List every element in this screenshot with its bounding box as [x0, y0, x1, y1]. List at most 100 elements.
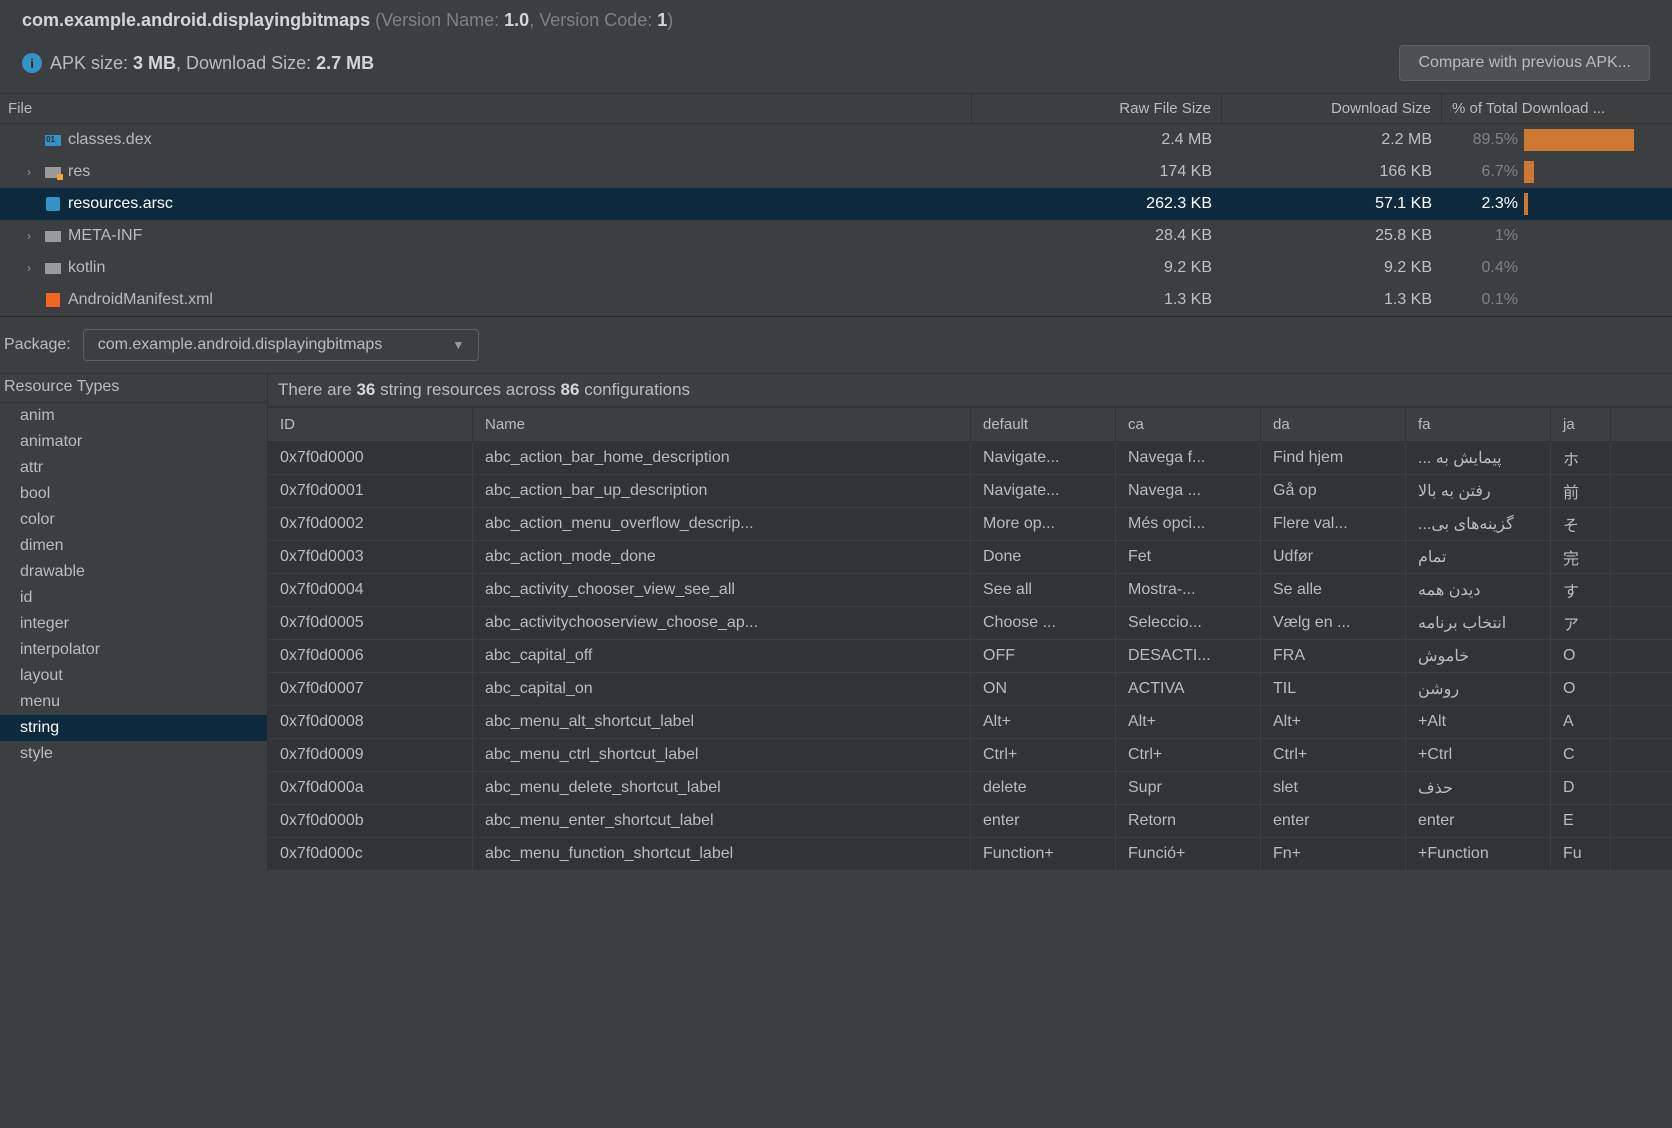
- resource-type-menu[interactable]: menu: [0, 689, 267, 715]
- string-row[interactable]: 0x7f0d0005abc_activitychooserview_choose…: [268, 607, 1672, 640]
- string-da: Ctrl+: [1261, 739, 1406, 771]
- resource-type-attr[interactable]: attr: [0, 455, 267, 481]
- string-row[interactable]: 0x7f0d000cabc_menu_function_shortcut_lab…: [268, 838, 1672, 871]
- string-row[interactable]: 0x7f0d0000abc_action_bar_home_descriptio…: [268, 442, 1672, 475]
- file-row[interactable]: ·AndroidManifest.xml1.3 KB1.3 KB0.1%: [0, 284, 1672, 316]
- compare-apk-button[interactable]: Compare with previous APK...: [1399, 45, 1650, 81]
- string-name: abc_capital_on: [473, 673, 971, 705]
- chevron-down-icon: ▼: [452, 338, 464, 352]
- resource-type-layout[interactable]: layout: [0, 663, 267, 689]
- string-ca: Retorn: [1116, 805, 1261, 837]
- percent-bar: [1524, 161, 1672, 183]
- resource-type-bool[interactable]: bool: [0, 481, 267, 507]
- string-row[interactable]: 0x7f0d0009abc_menu_ctrl_shortcut_labelCt…: [268, 739, 1672, 772]
- col-ca-header[interactable]: ca: [1116, 408, 1261, 441]
- resource-type-drawable[interactable]: drawable: [0, 559, 267, 585]
- col-default-header[interactable]: default: [971, 408, 1116, 441]
- percent-cell: 0.4%: [1442, 259, 1524, 277]
- string-ca: Funció+: [1116, 838, 1261, 870]
- string-row[interactable]: 0x7f0d0007abc_capital_onONACTIVATILروشنO: [268, 673, 1672, 706]
- folder-icon: [44, 227, 62, 245]
- string-row[interactable]: 0x7f0d000aabc_menu_delete_shortcut_label…: [268, 772, 1672, 805]
- string-row[interactable]: 0x7f0d0002abc_action_menu_overflow_descr…: [268, 508, 1672, 541]
- resource-type-string[interactable]: string: [0, 715, 267, 741]
- string-id: 0x7f0d0005: [268, 607, 473, 639]
- file-row[interactable]: ·classes.dex2.4 MB2.2 MB89.5%: [0, 124, 1672, 156]
- resource-type-interpolator[interactable]: interpolator: [0, 637, 267, 663]
- resource-type-id[interactable]: id: [0, 585, 267, 611]
- arsc-icon: [44, 195, 62, 213]
- string-fa: پیمایش به ...: [1406, 442, 1551, 474]
- raw-size: 1.3 KB: [972, 291, 1222, 309]
- resource-type-animator[interactable]: animator: [0, 429, 267, 455]
- string-id: 0x7f0d0000: [268, 442, 473, 474]
- file-name: classes.dex: [68, 131, 152, 149]
- download-size-cell: 166 KB: [1222, 163, 1442, 181]
- col-da-header[interactable]: da: [1261, 408, 1406, 441]
- apk-title: com.example.android.displayingbitmaps (V…: [22, 10, 1650, 45]
- resource-type-color[interactable]: color: [0, 507, 267, 533]
- string-da: TIL: [1261, 673, 1406, 705]
- folder-icon: [44, 259, 62, 277]
- file-row[interactable]: ›META-INF28.4 KB25.8 KB1%: [0, 220, 1672, 252]
- string-ca: Fet: [1116, 541, 1261, 573]
- col-percent-header[interactable]: % of Total Download ...: [1442, 94, 1672, 123]
- string-default: OFF: [971, 640, 1116, 672]
- string-ja: D: [1551, 772, 1611, 804]
- string-ja: 前: [1551, 475, 1611, 507]
- string-da: Udfør: [1261, 541, 1406, 573]
- folder-y-icon: [44, 163, 62, 181]
- string-id: 0x7f0d000a: [268, 772, 473, 804]
- string-default: Navigate...: [971, 442, 1116, 474]
- string-row[interactable]: 0x7f0d0006abc_capital_offOFFDESACTI...FR…: [268, 640, 1672, 673]
- string-id: 0x7f0d0007: [268, 673, 473, 705]
- string-da: Gå op: [1261, 475, 1406, 507]
- file-row[interactable]: ·resources.arsc262.3 KB57.1 KB2.3%: [0, 188, 1672, 220]
- string-name: abc_capital_off: [473, 640, 971, 672]
- string-default: Function+: [971, 838, 1116, 870]
- string-da: Se alle: [1261, 574, 1406, 606]
- string-row[interactable]: 0x7f0d0001abc_action_bar_up_descriptionN…: [268, 475, 1672, 508]
- string-row[interactable]: 0x7f0d0004abc_activity_chooser_view_see_…: [268, 574, 1672, 607]
- col-id-header[interactable]: ID: [268, 408, 473, 441]
- string-id: 0x7f0d000b: [268, 805, 473, 837]
- col-name-header[interactable]: Name: [473, 408, 971, 441]
- string-da: enter: [1261, 805, 1406, 837]
- string-ca: Seleccio...: [1116, 607, 1261, 639]
- expand-chevron-icon[interactable]: ›: [20, 229, 38, 243]
- string-id: 0x7f0d0003: [268, 541, 473, 573]
- download-size-cell: 57.1 KB: [1222, 195, 1442, 213]
- string-da: slet: [1261, 772, 1406, 804]
- percent-bar: [1524, 257, 1672, 279]
- string-ca: Mostra-...: [1116, 574, 1261, 606]
- string-default: ON: [971, 673, 1116, 705]
- string-ca: Alt+: [1116, 706, 1261, 738]
- file-row[interactable]: ›res174 KB166 KB6.7%: [0, 156, 1672, 188]
- string-da: FRA: [1261, 640, 1406, 672]
- expand-chevron-icon[interactable]: ›: [20, 165, 38, 179]
- col-raw-header[interactable]: Raw File Size: [972, 94, 1222, 123]
- col-download-header[interactable]: Download Size: [1222, 94, 1442, 123]
- string-name: abc_activity_chooser_view_see_all: [473, 574, 971, 606]
- download-size: 2.7 MB: [316, 53, 374, 73]
- resource-type-anim[interactable]: anim: [0, 403, 267, 429]
- col-fa-header[interactable]: fa: [1406, 408, 1551, 441]
- col-ja-header[interactable]: ja: [1551, 408, 1611, 441]
- string-default: Choose ...: [971, 607, 1116, 639]
- resource-type-style[interactable]: style: [0, 741, 267, 767]
- file-row[interactable]: ›kotlin9.2 KB9.2 KB0.4%: [0, 252, 1672, 284]
- string-row[interactable]: 0x7f0d0008abc_menu_alt_shortcut_labelAlt…: [268, 706, 1672, 739]
- string-default: More op...: [971, 508, 1116, 540]
- col-file-header[interactable]: File: [0, 94, 972, 123]
- string-name: abc_action_menu_overflow_descrip...: [473, 508, 971, 540]
- expand-chevron-icon[interactable]: ›: [20, 261, 38, 275]
- string-row[interactable]: 0x7f0d000babc_menu_enter_shortcut_labele…: [268, 805, 1672, 838]
- resource-type-dimen[interactable]: dimen: [0, 533, 267, 559]
- package-dropdown[interactable]: com.example.android.displayingbitmaps ▼: [83, 329, 479, 361]
- string-fa: حذف: [1406, 772, 1551, 804]
- string-fa: رفتن به بالا: [1406, 475, 1551, 507]
- string-row[interactable]: 0x7f0d0003abc_action_mode_doneDoneFetUdf…: [268, 541, 1672, 574]
- package-dropdown-value: com.example.android.displayingbitmaps: [98, 336, 383, 354]
- percent-cell: 0.1%: [1442, 291, 1524, 309]
- resource-type-integer[interactable]: integer: [0, 611, 267, 637]
